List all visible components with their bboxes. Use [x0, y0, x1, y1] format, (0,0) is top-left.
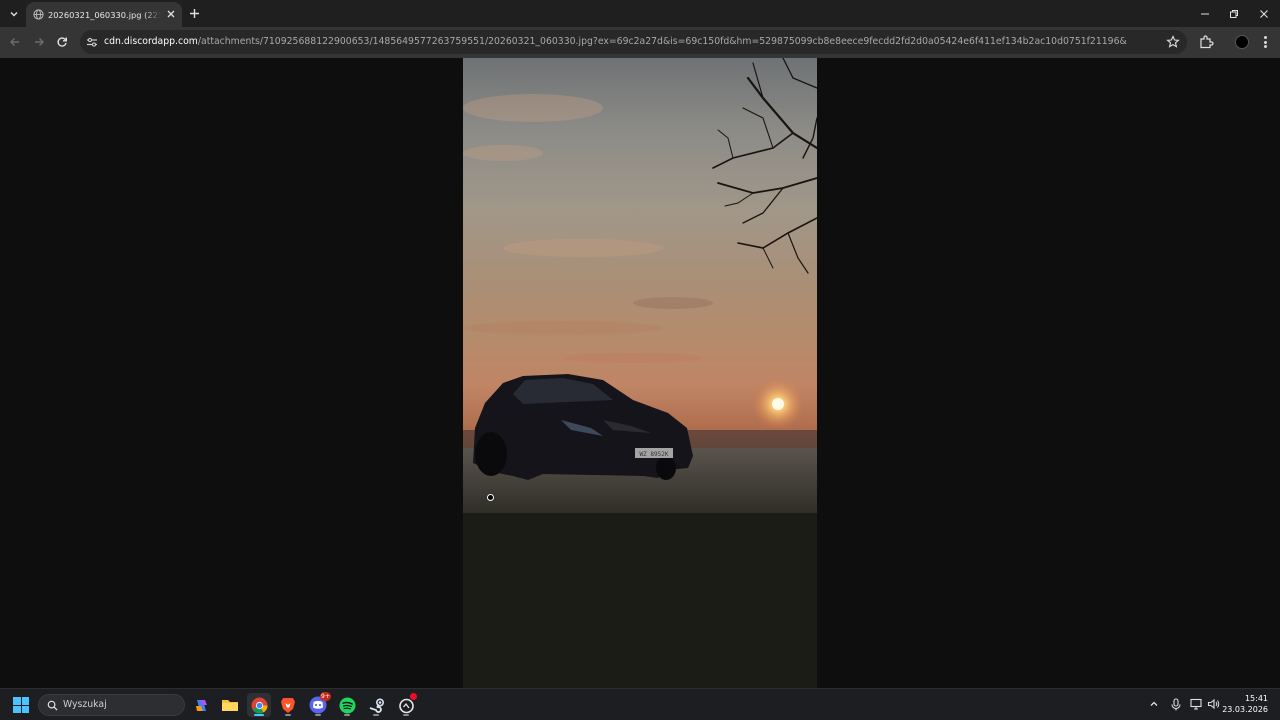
- taskbar-search[interactable]: Wyszukaj: [38, 694, 185, 716]
- page-viewport: WZ 8952K: [0, 58, 1280, 688]
- tab-strip: 20260321_060330.jpg (2252×4000): [0, 0, 1280, 27]
- speaker-icon: [1207, 698, 1219, 710]
- network-monitor-icon: [1189, 698, 1202, 710]
- taskbar-clock[interactable]: 15:41 23.03.2026: [1222, 693, 1268, 715]
- mouse-cursor: [487, 494, 494, 501]
- photo-image[interactable]: WZ 8952K: [463, 58, 817, 688]
- site-info-icon[interactable]: [86, 36, 98, 48]
- tab-search-button[interactable]: [4, 4, 24, 23]
- close-window-button[interactable]: [1255, 5, 1273, 22]
- restore-button[interactable]: [1225, 5, 1243, 22]
- discord-notification-badge: 9+: [320, 692, 331, 701]
- minimize-icon: [1201, 13, 1209, 14]
- profile-avatar[interactable]: [1235, 35, 1249, 49]
- url-host: cdn.discordapp.com: [104, 36, 198, 47]
- browser-menu-button[interactable]: [1260, 34, 1270, 50]
- forward-button[interactable]: [30, 33, 48, 51]
- taskbar-discord[interactable]: 9+: [306, 692, 331, 717]
- tray-volume[interactable]: [1206, 697, 1220, 711]
- car-silhouette: WZ 8952K: [473, 374, 693, 480]
- new-tab-icon[interactable]: [186, 5, 203, 22]
- tree-branches: [712, 58, 817, 274]
- restore-icon: [1230, 9, 1238, 18]
- url-path: /attachments/710925688122900653/14856495…: [197, 36, 1127, 47]
- address-bar[interactable]: cdn.discordapp.com/attachments/710925688…: [80, 30, 1187, 54]
- reload-button[interactable]: [53, 33, 71, 51]
- taskbar-copilot[interactable]: [189, 693, 213, 717]
- extensions-puzzle-icon[interactable]: [1198, 34, 1214, 50]
- reload-icon: [57, 37, 67, 47]
- spotify-icon: [339, 697, 355, 713]
- tray-overflow-button[interactable]: [1147, 697, 1161, 711]
- browser-toolbar: cdn.discordapp.com/attachments/710925688…: [0, 27, 1280, 58]
- tray-network[interactable]: [1189, 697, 1203, 711]
- steam-icon: [369, 697, 384, 713]
- taskbar-steam[interactable]: [364, 693, 388, 717]
- search-icon: [47, 700, 58, 711]
- close-tab-icon[interactable]: [165, 8, 177, 20]
- arrow-right-icon: [35, 38, 44, 46]
- clock-time: 15:41: [1244, 694, 1268, 703]
- arrow-left-icon: [10, 38, 19, 46]
- active-tab[interactable]: 20260321_060330.jpg (2252×4000): [26, 2, 182, 27]
- tab-title: 20260321_060330.jpg (2252×4000): [48, 10, 161, 20]
- clock-date: 23.03.2026: [1222, 705, 1268, 714]
- tray-microphone[interactable]: [1169, 697, 1183, 711]
- notification-dot: [410, 693, 417, 700]
- microphone-icon: [1171, 697, 1181, 710]
- taskbar-spotify[interactable]: [335, 693, 359, 717]
- chevron-up-icon: [1150, 701, 1158, 706]
- brave-lion-icon: [281, 697, 295, 713]
- license-plate: WZ 8952K: [640, 451, 669, 458]
- globe-icon: [33, 9, 44, 20]
- clouds: [463, 94, 713, 363]
- search-placeholder: Wyszukaj: [63, 699, 107, 710]
- copilot-icon: [195, 699, 207, 711]
- windows-start-icon[interactable]: [13, 697, 29, 713]
- bookmark-star-icon[interactable]: [1166, 35, 1180, 49]
- chevron-down-icon: [10, 11, 18, 16]
- taskbar-app-ring[interactable]: [394, 693, 418, 717]
- chrome-icon: [251, 697, 267, 713]
- back-button[interactable]: [6, 33, 24, 51]
- url-text: cdn.discordapp.com/attachments/710925688…: [104, 30, 1127, 54]
- taskbar-file-explorer[interactable]: [218, 693, 242, 717]
- close-icon: [1260, 9, 1268, 18]
- folder-icon: [222, 700, 238, 711]
- taskbar-brave[interactable]: [276, 693, 300, 717]
- photo-scene: WZ 8952K: [463, 58, 817, 688]
- minimize-button[interactable]: [1196, 5, 1214, 22]
- taskbar-chrome[interactable]: [247, 693, 271, 717]
- taskbar: Wyszukaj 9+ 15:41 23.03.2026: [0, 688, 1280, 720]
